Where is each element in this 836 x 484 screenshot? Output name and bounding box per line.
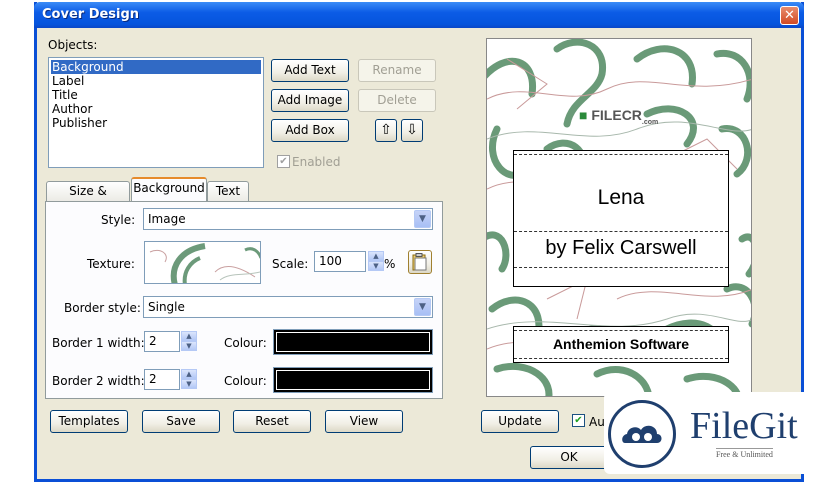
preview-author: by Felix Carswell: [545, 237, 697, 259]
preview-title: Lena: [597, 186, 645, 209]
tab-background[interactable]: Background: [131, 177, 207, 201]
update-button[interactable]: Update: [481, 410, 559, 433]
auto-update-checkbox[interactable]: ✔: [572, 414, 585, 427]
spin-up-icon[interactable]: ▲: [181, 331, 197, 341]
publisher-box[interactable]: Anthemion Software: [513, 326, 729, 363]
list-item-title[interactable]: Title: [51, 88, 261, 102]
spin-down-icon[interactable]: ▼: [368, 261, 384, 271]
scale-label: Scale:: [272, 257, 309, 271]
window-title: Cover Design: [42, 7, 140, 22]
templates-button[interactable]: Templates: [50, 410, 128, 433]
spin-up-icon[interactable]: ▲: [368, 251, 384, 261]
auto-update-label: Au: [589, 415, 605, 429]
border2-width-label: Border 2 width:: [52, 374, 145, 388]
list-item-label[interactable]: Label: [51, 74, 261, 88]
tab-size-position[interactable]: Size & Position: [46, 181, 130, 217]
scale-unit: %: [384, 257, 396, 271]
view-button[interactable]: View: [325, 410, 403, 433]
chevron-down-icon[interactable]: ▼: [414, 298, 431, 316]
texture-label: Texture:: [87, 257, 135, 271]
delete-button[interactable]: Delete: [358, 89, 436, 112]
clipboard-icon: [412, 253, 427, 271]
border-style-select[interactable]: Single ▼: [143, 296, 433, 318]
enabled-checkbox[interactable]: ✔: [277, 155, 290, 168]
list-item-background[interactable]: Background: [51, 60, 261, 74]
scale-input[interactable]: 100: [314, 251, 366, 272]
style-select[interactable]: Image ▼: [143, 208, 433, 230]
add-image-button[interactable]: Add Image: [271, 89, 349, 112]
style-label: Style:: [101, 213, 136, 227]
move-down-button[interactable]: ⇩: [401, 119, 423, 142]
border2-width-input[interactable]: 2: [144, 369, 180, 390]
preview-publisher: Anthemion Software: [552, 336, 690, 352]
objects-label: Objects:: [48, 38, 98, 52]
colour2-label: Colour:: [224, 374, 267, 388]
filegit-brand: FileGit: [690, 405, 798, 447]
filecr-logo-icon: ■: [579, 107, 588, 123]
colour2-swatch[interactable]: [273, 367, 433, 393]
border1-width-input[interactable]: 2: [144, 331, 180, 352]
scale-spinner[interactable]: ▲ ▼: [368, 251, 384, 272]
preview-watermark: ■ FILECR.com: [579, 107, 659, 126]
title-bar[interactable]: Cover Design ✕: [34, 2, 804, 28]
add-text-button[interactable]: Add Text: [271, 59, 349, 82]
spin-down-icon[interactable]: ▼: [181, 341, 197, 351]
colour1-label: Colour:: [224, 336, 267, 350]
close-button[interactable]: ✕: [780, 6, 799, 25]
filegit-watermark: FileGit Free & Unlimited: [604, 392, 826, 474]
browse-texture-button[interactable]: [408, 250, 432, 274]
texture-pattern-image: [149, 243, 260, 283]
border2-spinner[interactable]: ▲ ▼: [181, 369, 197, 390]
style-value: Image: [148, 212, 186, 226]
border1-width-label: Border 1 width:: [52, 336, 145, 350]
border1-spinner[interactable]: ▲ ▼: [181, 331, 197, 352]
list-item-author[interactable]: Author: [51, 102, 261, 116]
ok-button[interactable]: OK: [530, 446, 608, 469]
tab-text[interactable]: Text: [207, 181, 249, 201]
enabled-label: Enabled: [292, 155, 341, 169]
rename-button[interactable]: Rename: [358, 59, 436, 82]
filegit-tagline: Free & Unlimited: [716, 448, 773, 459]
colour1-swatch[interactable]: [273, 329, 433, 355]
save-button[interactable]: Save: [142, 410, 220, 433]
chevron-down-icon[interactable]: ▼: [414, 210, 431, 228]
filegit-logo-icon: [608, 400, 676, 468]
add-box-button[interactable]: Add Box: [271, 119, 349, 142]
reset-button[interactable]: Reset: [233, 410, 311, 433]
move-up-button[interactable]: ⇧: [375, 119, 397, 142]
title-author-box[interactable]: Lena by Felix Carswell: [513, 150, 729, 287]
list-item-publisher[interactable]: Publisher: [51, 116, 261, 130]
border-style-value: Single: [148, 300, 185, 314]
texture-preview[interactable]: [144, 241, 261, 284]
border-style-label: Border style:: [64, 301, 141, 315]
spin-down-icon[interactable]: ▼: [181, 379, 197, 389]
cover-preview: ■ FILECR.com Lena by Felix Carswell Anth…: [486, 38, 752, 397]
objects-list[interactable]: Background Label Title Author Publisher: [48, 57, 264, 168]
spin-up-icon[interactable]: ▲: [181, 369, 197, 379]
